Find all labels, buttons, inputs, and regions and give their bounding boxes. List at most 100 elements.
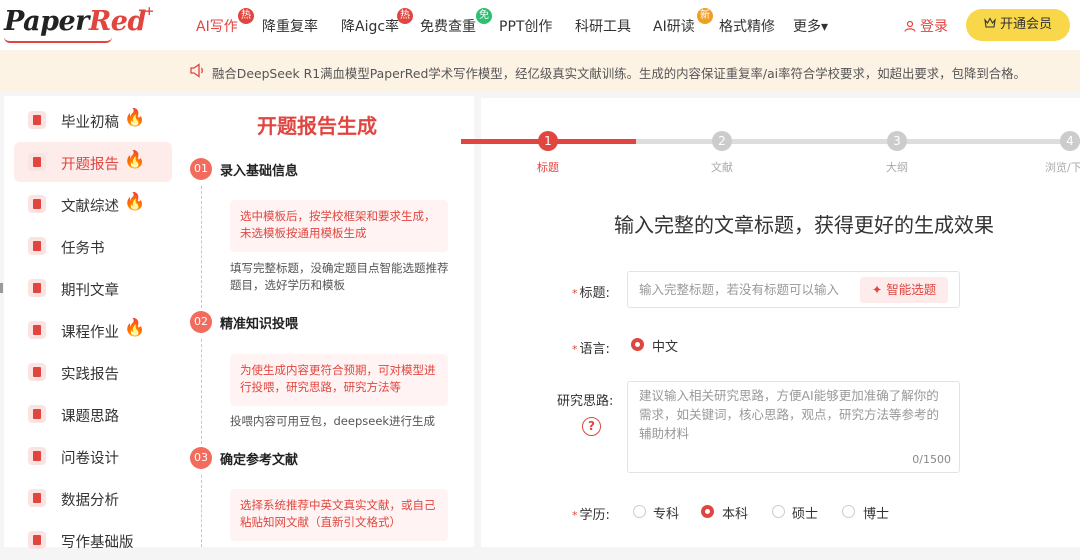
char-counter: 0/1500 (912, 453, 951, 466)
step-number: 01 (190, 158, 212, 180)
document-icon (28, 321, 46, 339)
document-icon (28, 405, 46, 423)
sidebar-item-journal[interactable]: 期刊文章 (14, 268, 172, 308)
title-field-label: * 标题: (572, 286, 610, 301)
degree-option-label: 硕士 (792, 507, 819, 522)
thinking-input-box: 0/1500 (627, 381, 960, 473)
document-icon (28, 111, 46, 129)
help-question-icon[interactable]: ? (582, 417, 601, 436)
sidebar-item-thesis-draft[interactable]: 毕业初稿 🔥 (14, 100, 172, 140)
progress-step-literature[interactable]: 2 (712, 131, 732, 151)
layers-icon (28, 531, 46, 549)
sidebar-item-topic-ideas[interactable]: 课题思路 (14, 394, 172, 434)
brand-logo[interactable]: PaperRed + (4, 4, 154, 37)
sidebar-item-task-book[interactable]: 任务书 (14, 226, 172, 266)
required-star: * (572, 343, 578, 356)
trophy-icon (28, 279, 46, 297)
sidebar-item-writing-basic[interactable]: 写作基础版 (14, 520, 172, 560)
smart-topic-button[interactable]: ✦ 智能选题 (860, 277, 948, 303)
sidebar-item-data-analysis[interactable]: 数据分析 (14, 478, 172, 518)
fire-icon: 🔥 (124, 192, 146, 212)
vip-button[interactable]: 开通会员 (966, 9, 1070, 41)
edge-marker (0, 283, 3, 293)
step-heading: 确定参考文献 (220, 449, 299, 470)
logo-text-2: Red (88, 6, 147, 37)
degree-field-label: * 学历: (572, 508, 610, 523)
degree-radio-master[interactable] (772, 505, 785, 518)
title-input-box: ✦ 智能选题 (627, 271, 960, 308)
progress-step-title[interactable]: 1 (538, 131, 558, 151)
title-input[interactable] (628, 272, 852, 307)
degree-radio-doctor[interactable] (842, 505, 855, 518)
sidebar-item-literature-review[interactable]: 文献综述 🔥 (14, 184, 172, 224)
degree-radio-bachelor[interactable] (701, 505, 714, 518)
step-number: 03 (190, 447, 212, 469)
sidebar-item-questionnaire[interactable]: 问卷设计 (14, 436, 172, 476)
sidebar-item-practice-report[interactable]: 实践报告 (14, 352, 172, 392)
progress-label: 大纲 (886, 161, 908, 174)
nav-free-check[interactable]: 免费查重免 (420, 8, 492, 36)
required-star: * (572, 509, 578, 522)
fire-icon: 🔥 (124, 108, 146, 128)
nav-ai-writing[interactable]: AI写作热 (196, 8, 254, 36)
step-connector (201, 339, 202, 444)
nav-more-dropdown[interactable]: 更多▾ (793, 16, 828, 36)
form-heading: 输入完整的文章标题，获得更好的生成效果 (614, 213, 994, 237)
sidebar-item-coursework[interactable]: 课程作业 🔥 (14, 310, 172, 350)
step-number: 02 (190, 311, 212, 333)
step-tip: 选中模板后，按学校框架和要求生成，未选模板按通用模板生成 (230, 200, 448, 252)
step-description: 投喂内容可用豆包，deepseek进行生成 (230, 414, 436, 428)
step-tip: 为使生成内容更符合预期，可对模型进行投喂，研究思路，研究方法等 (230, 354, 448, 406)
crown-icon (984, 17, 996, 28)
guide-title: 开题报告生成 (257, 114, 377, 138)
free-badge: 免 (476, 8, 492, 24)
nav-ppt[interactable]: PPT创作 (499, 16, 552, 36)
nav-reduce-aigc[interactable]: 降Aigc率热 (341, 8, 413, 36)
thinking-textarea[interactable] (628, 382, 959, 452)
degree-option-label: 本科 (722, 507, 749, 522)
step-connector (201, 186, 202, 308)
chart-icon (28, 489, 46, 507)
nav-reduce-duplication[interactable]: 降重复率 (262, 16, 318, 36)
nav-ai-reading[interactable]: AI研读新 (653, 8, 713, 36)
sidebar: 毕业初稿 🔥 开题报告 🔥 文献综述 🔥 任务书 期刊文章 课程作业 🔥 实践报告 课题… (4, 96, 182, 551)
hot-badge: 热 (397, 8, 413, 24)
user-icon (904, 20, 916, 32)
hot-badge: 热 (238, 8, 254, 24)
fire-icon: 🔥 (124, 150, 146, 170)
step-tip: 选择系统推荐中英文真实文献，或自己粘贴知网文献（直新引文格式） (230, 489, 448, 541)
fire-icon: 🔥 (124, 318, 146, 338)
speaker-icon (190, 63, 203, 78)
form-icon (28, 447, 46, 465)
required-star: * (572, 287, 578, 300)
progress-step-outline[interactable]: 3 (887, 131, 907, 151)
document-icon (28, 153, 46, 171)
notice-text: 融合DeepSeek R1满血模型PaperRed学术写作模型，经亿级真实文献训… (212, 66, 1026, 81)
progress-step-preview[interactable]: 4 (1060, 131, 1080, 151)
language-radio-chinese[interactable] (631, 338, 644, 351)
step-heading: 精准知识投喂 (220, 313, 299, 334)
vip-label: 开通会员 (999, 17, 1052, 32)
logo-plus: + (144, 4, 154, 18)
document-icon (28, 237, 46, 255)
logo-swoosh (4, 37, 112, 43)
clipboard-icon (28, 363, 46, 381)
degree-option-label: 博士 (863, 507, 890, 522)
nav-format[interactable]: 格式精修 (719, 16, 775, 36)
step-heading: 录入基础信息 (220, 160, 299, 181)
language-field-label: * 语言: (572, 342, 610, 357)
degree-radio-junior-college[interactable] (633, 505, 646, 518)
login-link[interactable]: 登录 (904, 16, 948, 36)
progress-label: 文献 (711, 161, 733, 174)
notice-bar: 融合DeepSeek R1满血模型PaperRed学术写作模型，经亿级真实文献训… (0, 50, 1080, 92)
guide-panel: 开题报告生成 01 录入基础信息 选中模板后，按学校框架和要求生成，未选模板按通… (182, 96, 474, 547)
language-option-label: 中文 (652, 340, 679, 355)
document-icon (28, 195, 46, 213)
main-panel: 1 标题 2 文献 3 大纲 4 浏览/下 输入完整的文章标题，获得更好的生成效… (461, 98, 1080, 547)
nav-research-tools[interactable]: 科研工具 (575, 16, 631, 36)
degree-option-label: 专科 (653, 507, 680, 522)
logo-text-1: Paper (4, 6, 89, 37)
new-badge: 新 (697, 8, 713, 24)
progress-label: 浏览/下 (1045, 161, 1080, 174)
sidebar-item-proposal[interactable]: 开题报告 🔥 (14, 142, 172, 182)
